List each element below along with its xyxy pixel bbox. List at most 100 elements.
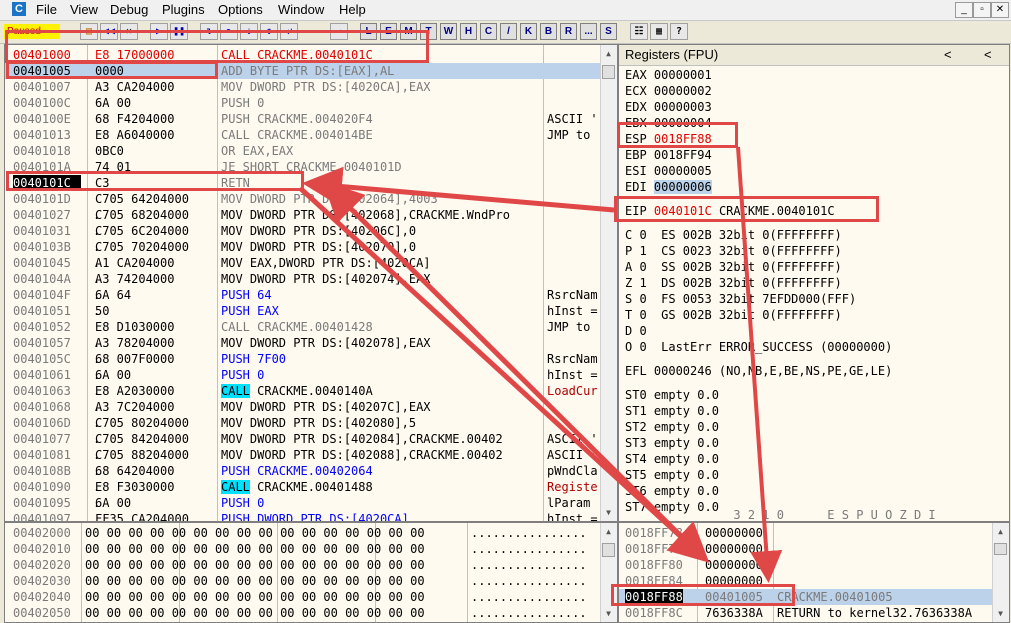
source-button[interactable]: S xyxy=(600,23,617,40)
register-value[interactable]: 0018FF94 xyxy=(654,148,712,162)
register-value[interactable]: 00000006 xyxy=(653,180,712,194)
stack-scroll-down-icon[interactable]: ▼ xyxy=(994,607,1007,620)
register-ecx[interactable]: ECX 00000002 xyxy=(625,83,712,99)
registers-nav-right[interactable]: < xyxy=(984,45,992,65)
fpu-register[interactable]: ST5 empty 0.0 xyxy=(625,467,719,483)
debugging-options-icon[interactable]: ☷ xyxy=(630,23,648,40)
menu-view[interactable]: View xyxy=(70,2,98,17)
disasm-row[interactable]: 00401097 FF35 CA204000 PUSH DWORD PTR DS:[… xyxy=(5,511,601,521)
appearance-icon[interactable]: ▦ xyxy=(650,23,668,40)
fpu-register[interactable]: ST1 empty 0.0 xyxy=(625,403,719,419)
disasm-row[interactable]: 00401077. C705 84204000 MOV DWORD PTR DS:[… xyxy=(5,431,601,447)
goto-icon[interactable]: → xyxy=(330,23,348,40)
stack-row[interactable]: 0018FF88 00401005 CRACKME.00401005 xyxy=(619,589,993,605)
disasm-row[interactable]: 0040104F. 6A 64 PUSH 64 RsrcNam xyxy=(5,287,601,303)
register-value[interactable]: 0018FF88 xyxy=(654,132,712,146)
dump-row[interactable]: 00402000 00 00 00 00 00 00 00 00 00 00 00… xyxy=(5,525,601,541)
breakpoints-button[interactable]: B xyxy=(540,23,557,40)
disassembly-scrollbar[interactable]: ▲ ▼ xyxy=(600,45,617,521)
dump-scroll-up-icon[interactable]: ▲ xyxy=(602,525,615,538)
register-esp[interactable]: ESP 0018FF88 xyxy=(625,131,712,147)
efl-row[interactable]: EFL 00000246 (NO,NB,E,BE,NS,PE,GE,LE) xyxy=(625,363,892,379)
threads-button[interactable]: T xyxy=(420,23,437,40)
close-button[interactable]: ✕ xyxy=(991,2,1009,18)
register-ebp[interactable]: EBP 0018FF94 xyxy=(625,147,712,163)
stack-pane[interactable]: 0018FF78 00000000 0018FF7C 00000000 0018FF80… xyxy=(618,522,1010,623)
disasm-row[interactable]: 00401063. E8 A2030000 CALL CRACKME.0040140… xyxy=(5,383,601,399)
log-window-button[interactable]: L xyxy=(360,23,377,40)
register-eip[interactable]: EIP 0040101C CRACKME.0040101C xyxy=(625,203,835,219)
trace-over-icon[interactable]: ⇟ xyxy=(260,23,278,40)
disasm-row[interactable]: 00401095. 6A 00 PUSH 0 lParam xyxy=(5,495,601,511)
windows-button[interactable]: W xyxy=(440,23,457,40)
trace-into-icon[interactable]: ⇣ xyxy=(240,23,258,40)
register-esi[interactable]: ESI 00000005 xyxy=(625,163,712,179)
flag-row[interactable]: T 0 GS 002B 32bit 0(FFFFFFFF) xyxy=(625,307,842,323)
disasm-row[interactable]: 0040100E 68 F4204000 PUSH CRACKME.004020F4… xyxy=(5,111,601,127)
disasm-row[interactable]: 0040108B. 68 64204000 PUSH CRACKME.0040206… xyxy=(5,463,601,479)
fpu-footer[interactable]: 3 2 1 0 E S P U O Z D I xyxy=(625,507,935,521)
flag-row[interactable]: A 0 SS 002B 32bit 0(FFFFFFFF) xyxy=(625,259,842,275)
stack-row[interactable]: 0018FF78 00000000 xyxy=(619,525,993,541)
flag-row[interactable]: C 0 ES 002B 32bit 0(FFFFFFFF) xyxy=(625,227,842,243)
disasm-row[interactable]: 0040103B. C705 70204000 MOV DWORD PTR DS:[… xyxy=(5,239,601,255)
references-button[interactable]: R xyxy=(560,23,577,40)
disasm-row[interactable]: 00401051. 50 PUSH EAX hInst = xyxy=(5,303,601,319)
close-program-icon[interactable]: ✕ xyxy=(120,23,138,40)
disasm-row[interactable]: 0040106D. C705 80204000 MOV DWORD PTR DS:[… xyxy=(5,415,601,431)
disasm-row[interactable]: 00401052 E8 D1030000 CALL CRACKME.00401428… xyxy=(5,319,601,335)
executable-modules-button[interactable]: E xyxy=(380,23,397,40)
restart-icon[interactable]: ◀◀ xyxy=(100,23,118,40)
disasm-row[interactable]: 00401005 0000 ADD BYTE PTR DS:[EAX],AL xyxy=(5,63,601,79)
stack-row[interactable]: 0018FF80 00000000 xyxy=(619,557,993,573)
disasm-row[interactable]: 00401045. A1 CA204000 MOV EAX,DWORD PTR DS… xyxy=(5,255,601,271)
disasm-row[interactable]: 00401027. C705 68204000 MOV DWORD PTR DS:[… xyxy=(5,207,601,223)
disasm-row[interactable]: 00401018 0BC0 OR EAX,EAX xyxy=(5,143,601,159)
fpu-register[interactable]: ST3 empty 0.0 xyxy=(625,435,719,451)
scroll-thumb[interactable] xyxy=(602,65,615,79)
dump-row[interactable]: 00402040 00 00 00 00 00 00 00 00 00 00 00… xyxy=(5,589,601,605)
fpu-register[interactable]: ST0 empty 0.0 xyxy=(625,387,719,403)
register-edx[interactable]: EDX 00000003 xyxy=(625,99,712,115)
register-edi[interactable]: EDI 00000006 xyxy=(625,179,712,195)
handles-button[interactable]: H xyxy=(460,23,477,40)
disasm-row[interactable]: 00401007 A3 CA204000 MOV DWORD PTR DS:[402… xyxy=(5,79,601,95)
disasm-row[interactable]: 0040104A. A3 74204000 MOV DWORD PTR DS:[40… xyxy=(5,271,601,287)
help-icon[interactable]: ? xyxy=(670,23,688,40)
dump-scroll-thumb[interactable] xyxy=(602,543,615,557)
disassembly-pane[interactable]: 00401000 E8 17000000 CALL CRACKME.0040101C… xyxy=(4,44,618,522)
disasm-row[interactable]: 00401057. A3 78204000 MOV DWORD PTR DS:[40… xyxy=(5,335,601,351)
flag-row[interactable]: O 0 LastErr ERROR_SUCCESS (00000000) xyxy=(625,339,892,355)
menu-file[interactable]: File xyxy=(36,2,57,17)
run-trace-button[interactable]: ... xyxy=(580,23,597,40)
register-value[interactable]: 00000001 xyxy=(654,68,712,82)
menu-plugins[interactable]: Plugins xyxy=(162,2,205,17)
fpu-register[interactable]: ST2 empty 0.0 xyxy=(625,419,719,435)
disasm-row[interactable]: 0040100C 6A 00 PUSH 0 xyxy=(5,95,601,111)
register-value[interactable]: 00000003 xyxy=(654,100,712,114)
call-stack-button[interactable]: K xyxy=(520,23,537,40)
dump-scroll-down-icon[interactable]: ▼ xyxy=(602,607,615,620)
stack-scroll-thumb[interactable] xyxy=(994,543,1007,555)
flag-row[interactable]: Z 1 DS 002B 32bit 0(FFFFFFFF) xyxy=(625,275,842,291)
dump-row[interactable]: 00402050 00 00 00 00 00 00 00 00 00 00 00… xyxy=(5,605,601,621)
stack-row[interactable]: 0018FF84 00000000 xyxy=(619,573,993,589)
stack-scrollbar[interactable]: ▲ ▼ xyxy=(992,523,1009,622)
disasm-row[interactable]: 00401013 E8 A6040000 CALL CRACKME.004014BE… xyxy=(5,127,601,143)
dump-scrollbar[interactable]: ▲ ▼ xyxy=(600,523,617,622)
pause-icon[interactable]: ❚❚ xyxy=(170,23,188,40)
disasm-row[interactable]: 00401031. C705 6C204000 MOV DWORD PTR DS:[… xyxy=(5,223,601,239)
flag-row[interactable]: S 0 FS 0053 32bit 7EFDD000(FFF) xyxy=(625,291,856,307)
register-eax[interactable]: EAX 00000001 xyxy=(625,67,712,83)
menu-help[interactable]: Help xyxy=(339,2,366,17)
dump-row[interactable]: 00402010 00 00 00 00 00 00 00 00 00 00 00… xyxy=(5,541,601,557)
stack-scroll-up-icon[interactable]: ▲ xyxy=(994,525,1007,538)
disasm-row[interactable]: 00401061. 6A 00 PUSH 0 hInst = xyxy=(5,367,601,383)
disasm-row[interactable]: 00401090. E8 F3030000 CALL CRACKME.0040148… xyxy=(5,479,601,495)
step-over-icon[interactable]: ↷ xyxy=(220,23,238,40)
register-value[interactable]: 00000004 xyxy=(654,116,712,130)
dump-row[interactable]: 00402020 00 00 00 00 00 00 00 00 00 00 00… xyxy=(5,557,601,573)
menu-window[interactable]: Window xyxy=(278,2,324,17)
registers-pane[interactable]: Registers (FPU) < < EAX 00000001 ECX 0000… xyxy=(618,44,1010,522)
dump-pane[interactable]: 00402000 00 00 00 00 00 00 00 00 00 00 00… xyxy=(4,522,618,623)
